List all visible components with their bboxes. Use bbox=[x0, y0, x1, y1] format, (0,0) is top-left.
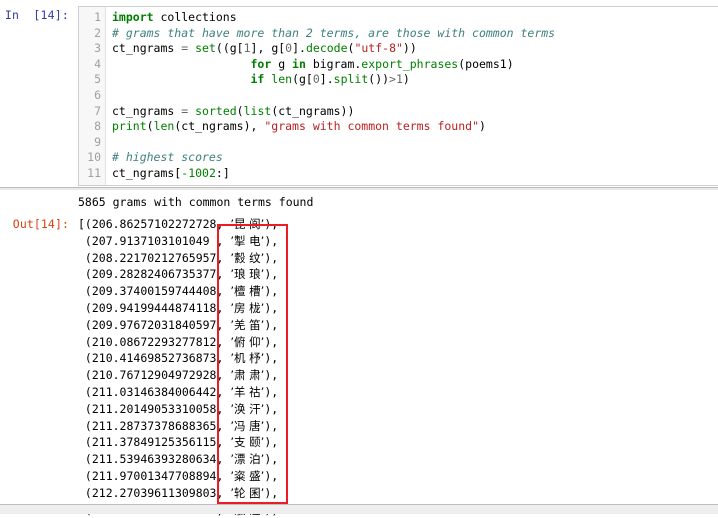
code-line[interactable] bbox=[112, 88, 718, 104]
code-line[interactable]: print(len(ct_ngrams), "grams with common… bbox=[112, 119, 718, 135]
code-builtin: len bbox=[271, 72, 293, 87]
table-row: (211.20149053310058, ’涣 汗’), bbox=[78, 401, 279, 416]
row-score: 210.76712904972928 bbox=[91, 368, 217, 383]
code-number: 1002 bbox=[188, 165, 216, 180]
row-score: 206.86257102272728 bbox=[91, 217, 217, 231]
code-operator: = bbox=[181, 41, 189, 56]
output-prompt: Out[14]: bbox=[12, 217, 69, 231]
code-line[interactable]: ct_ngrams[-1002:] bbox=[112, 166, 718, 182]
table-row: (209.97672031840597, ’羌 笛’), bbox=[78, 317, 279, 332]
row-term: ’支 颐’ bbox=[230, 435, 265, 450]
table-row: (208.22170212765957, ’縠 纹’), bbox=[78, 250, 279, 265]
row-term: ’縠 纹’ bbox=[230, 250, 265, 265]
table-row: (209.94199444874118, ’房 栊’), bbox=[78, 300, 279, 315]
row-score: 209.37400159744408 bbox=[91, 284, 217, 299]
stdout-text: 5865 grams with common terms found bbox=[78, 195, 314, 209]
row-score: 210.41469852736873 bbox=[91, 351, 217, 366]
row-term: ’漂 泊’ bbox=[230, 452, 265, 467]
code-keyword: in bbox=[292, 56, 306, 71]
code-line[interactable]: ct_ngrams = sorted(list(ct_ngrams)) bbox=[112, 104, 718, 120]
row-score: 207.9137103101049 bbox=[91, 233, 210, 248]
code-builtin: print bbox=[112, 119, 147, 134]
row-term: ’冯 唐’ bbox=[230, 418, 265, 433]
row-score: 209.97672031840597 bbox=[91, 317, 217, 332]
code-line[interactable]: # grams that have more than 2 terms, are… bbox=[112, 26, 718, 42]
row-score: 211.37849125356115 bbox=[91, 435, 217, 450]
code-line[interactable]: import collections bbox=[112, 10, 718, 26]
code-editor[interactable]: 1 2 3 4 5 6 7 8 9 10 11 import collectio… bbox=[78, 6, 718, 186]
row-score: 209.94199444874118 bbox=[91, 300, 217, 315]
row-term: ’琅 琅’ bbox=[230, 267, 265, 282]
table-row: (207.9137103101049 , ’掣 电’), bbox=[78, 233, 279, 248]
code-line[interactable]: # highest scores bbox=[112, 150, 718, 166]
row-score: 211.28737378688365 bbox=[91, 418, 217, 433]
code-text-area[interactable]: import collections # grams that have more… bbox=[106, 7, 718, 185]
code-comment: # grams that have more than 2 terms, are… bbox=[112, 25, 556, 40]
result-list: [(206.86257102272728, ’昆 阆’), (207.91371… bbox=[78, 216, 278, 518]
code-operator: > bbox=[389, 72, 396, 87]
row-term: ’涣 汗’ bbox=[230, 401, 265, 416]
notebook-page: In [14]: 1 2 3 4 5 6 7 8 9 10 11 import … bbox=[0, 0, 718, 518]
result-output-block: Out[14]: [(206.86257102272728, ’昆 阆’), (… bbox=[0, 210, 718, 518]
code-keyword: for bbox=[250, 56, 272, 71]
code-builtin: decode bbox=[305, 41, 348, 56]
row-score: 209.28282406735377 bbox=[91, 267, 217, 282]
row-score: 212.27039611309803 bbox=[91, 485, 217, 500]
row-score: 211.20149053310058 bbox=[91, 401, 217, 416]
bottom-status-bar bbox=[0, 504, 718, 514]
code-comment: # highest scores bbox=[112, 150, 223, 165]
output-area: 5865 grams with common terms found Out[1… bbox=[0, 190, 718, 518]
row-term: ’粢 盛’ bbox=[230, 468, 265, 483]
row-term: ’俯 仰’ bbox=[230, 334, 265, 349]
table-row: (210.08672293277812, ’俯 仰’), bbox=[78, 334, 279, 349]
code-number: 0 bbox=[285, 41, 293, 56]
code-string: "grams with common terms found" bbox=[264, 119, 479, 134]
row-term: ’羌 笛’ bbox=[230, 317, 265, 332]
row-term: ’房 栊’ bbox=[230, 300, 265, 315]
row-term: ’轮 囷’ bbox=[230, 485, 265, 500]
row-term: ’檀 槽’ bbox=[230, 284, 265, 299]
code-builtin: split bbox=[333, 72, 369, 87]
row-term: ’掣 电’ bbox=[230, 233, 265, 248]
code-line[interactable]: if len(g[0].split())>1) bbox=[112, 72, 718, 88]
code-keyword: if bbox=[250, 72, 265, 87]
row-score: 208.22170212765957 bbox=[91, 250, 217, 265]
code-number: 0 bbox=[312, 72, 320, 87]
table-row: (210.41469852736873, ’机 杼’), bbox=[78, 351, 279, 366]
code-line[interactable]: for g in bigram.export_phrases(poems1) bbox=[112, 57, 718, 73]
code-builtin: sorted bbox=[195, 103, 237, 118]
code-operator: = bbox=[181, 103, 189, 118]
table-row: (210.76712904972928, ’肃 肃’), bbox=[78, 368, 279, 383]
code-keyword: import bbox=[112, 10, 154, 24]
table-row: (209.37400159744408, ’檀 槽’), bbox=[78, 284, 279, 299]
code-builtin: export_phrases bbox=[361, 56, 459, 71]
table-row: (211.03146384006442, ’羊 祜’), bbox=[78, 384, 279, 399]
table-row: (209.28282406735377, ’琅 琅’), bbox=[78, 267, 279, 282]
code-builtin: len bbox=[153, 119, 175, 134]
row-term: ’肃 肃’ bbox=[230, 368, 265, 383]
row-term: ’羊 祜’ bbox=[230, 384, 265, 399]
code-number: 1 bbox=[243, 41, 251, 56]
code-cell[interactable]: In [14]: 1 2 3 4 5 6 7 8 9 10 11 import … bbox=[0, 0, 718, 187]
code-builtin: list bbox=[243, 103, 272, 118]
code-line[interactable] bbox=[112, 135, 718, 151]
input-prompt: In [14]: bbox=[4, 8, 69, 22]
row-term: ’机 杼’ bbox=[230, 351, 265, 366]
line-number-gutter: 1 2 3 4 5 6 7 8 9 10 11 bbox=[79, 7, 106, 185]
code-string: "utf-8" bbox=[354, 41, 403, 56]
row-term: ’昆 阆’ bbox=[230, 217, 265, 231]
row-score: 211.53946393280634 bbox=[91, 452, 217, 467]
table-row: (212.27039611309803, ’轮 囷’), bbox=[78, 485, 279, 500]
row-score: 211.03146384006442 bbox=[91, 384, 217, 399]
table-row: [(206.86257102272728, ’昆 阆’), bbox=[78, 217, 279, 231]
table-row: (211.53946393280634, ’漂 泊’), bbox=[78, 452, 279, 467]
code-builtin: set bbox=[195, 41, 216, 56]
row-score: 210.08672293277812 bbox=[91, 334, 217, 349]
table-row: (211.28737378688365, ’冯 唐’), bbox=[78, 418, 279, 433]
code-number: 1 bbox=[395, 72, 403, 87]
row-score: 211.97001347708894 bbox=[91, 468, 217, 483]
table-row: (211.37849125356115, ’支 颐’), bbox=[78, 435, 279, 450]
code-line[interactable]: ct_ngrams = set((g[1], g[0].decode("utf-… bbox=[112, 41, 718, 57]
table-row: (211.97001347708894, ’粢 盛’), bbox=[78, 468, 279, 483]
